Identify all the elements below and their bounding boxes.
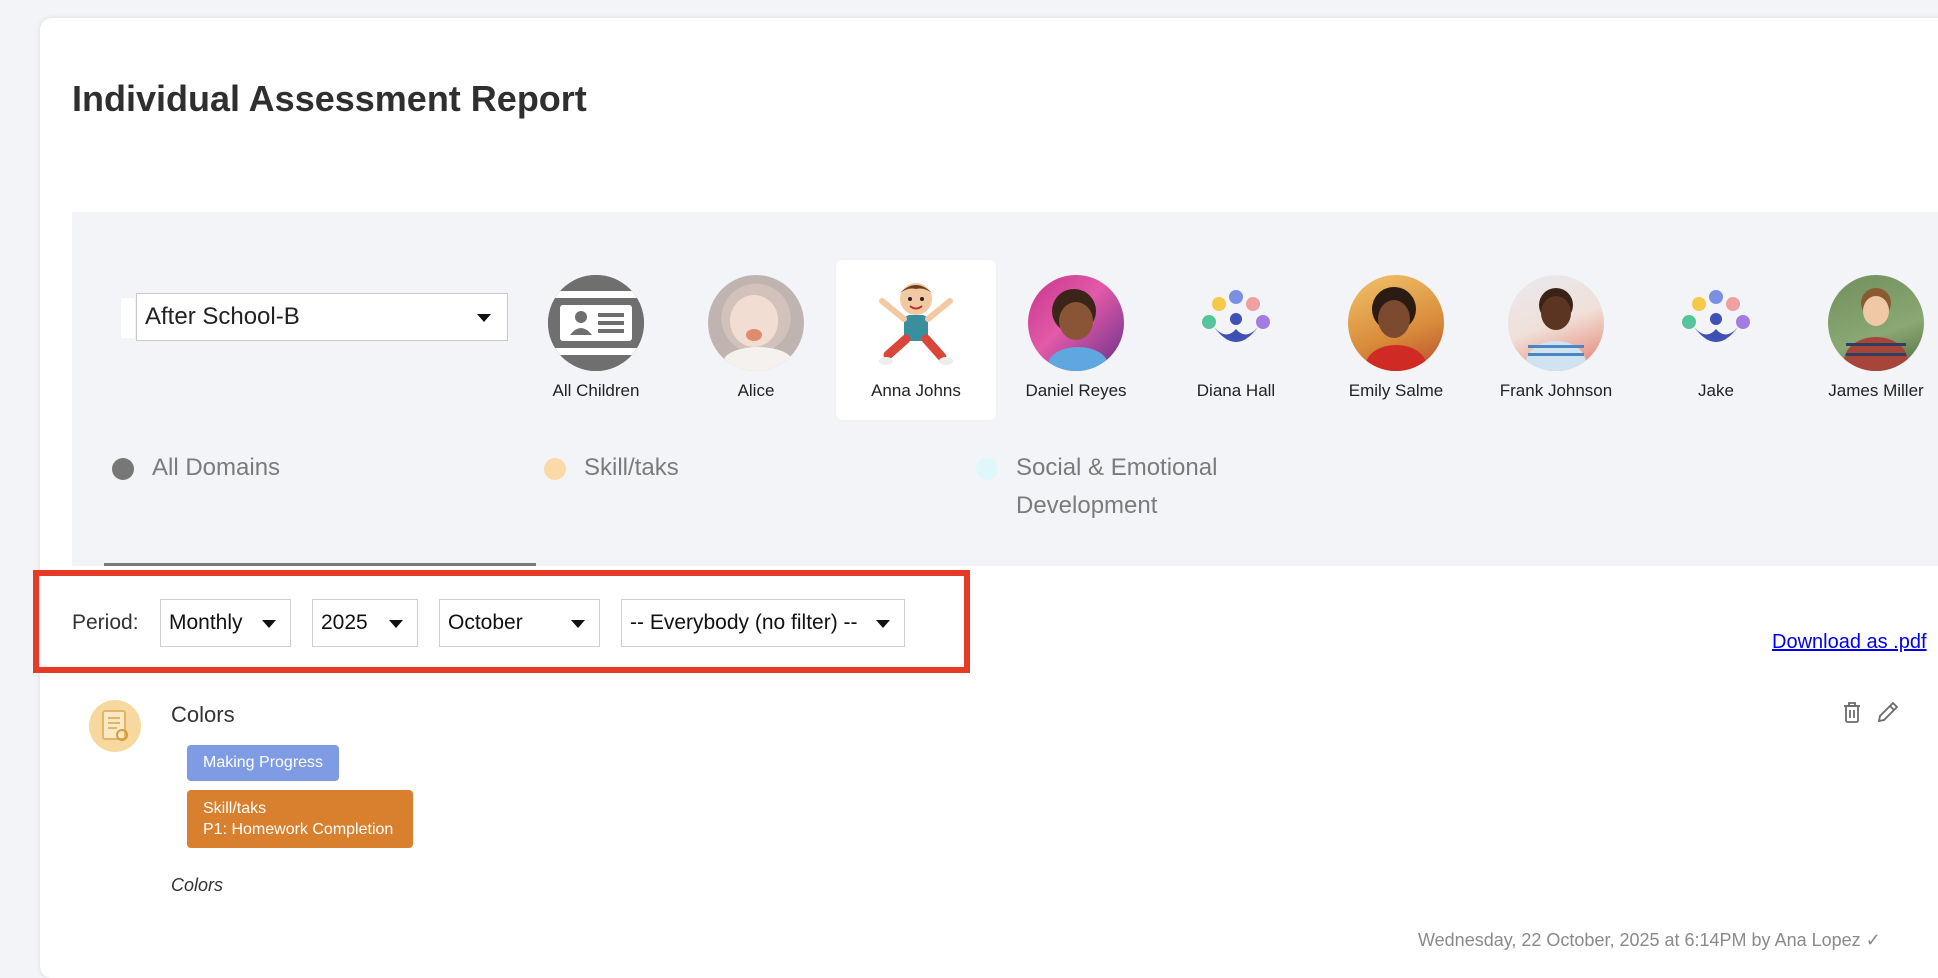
child-photo-avatar <box>1828 275 1924 371</box>
entry-note: Colors <box>171 875 224 895</box>
page-title: Individual Assessment Report <box>72 78 587 119</box>
active-tab-underline <box>104 563 536 566</box>
child-all-children[interactable]: All Children <box>516 260 676 420</box>
child-frank-johnson[interactable]: Frank Johnson <box>1476 260 1636 420</box>
domain-color-dot <box>544 458 566 480</box>
domain-color-dot <box>976 458 998 480</box>
people-logo-icon <box>1668 275 1764 371</box>
trash-icon[interactable] <box>1838 698 1866 726</box>
child-anna-johns[interactable]: Anna Johns <box>836 260 996 420</box>
child-emily-salme[interactable]: Emily Salme <box>1316 260 1476 420</box>
child-name: Daniel Reyes <box>1025 381 1127 400</box>
skill-badge-indicator: P1: Homework Completion <box>203 821 394 838</box>
child-photo-avatar <box>1348 275 1444 371</box>
checkmark-icon: ✓ <box>1865 930 1881 950</box>
child-photo-avatar <box>708 275 804 371</box>
group-select[interactable]: After School-B <box>121 293 508 341</box>
people-logo-icon <box>1188 275 1284 371</box>
skill-badge-domain: Skill/taks <box>203 800 267 817</box>
child-daniel-reyes[interactable]: Daniel Reyes <box>996 260 1156 420</box>
chevron-down-icon <box>262 620 276 628</box>
domain-label-line2: Development <box>1016 492 1158 519</box>
period-label: Period: <box>72 611 139 634</box>
child-photo-avatar <box>1508 275 1604 371</box>
chevron-down-icon <box>389 620 403 628</box>
skill-badge: Skill/taks P1: Homework Completion <box>187 790 413 848</box>
entry-title: Colors <box>171 702 235 727</box>
child-name: Alice <box>737 381 775 400</box>
tab-social-emotional-development[interactable]: Social & Emotional Development <box>976 454 1217 525</box>
progress-badge: Making Progress <box>187 745 340 781</box>
child-photo-avatar <box>1028 275 1124 371</box>
child-name: Anna Johns <box>871 381 961 400</box>
tab-all-domains[interactable]: All Domains <box>112 454 280 487</box>
child-name: James Miller <box>1828 381 1924 400</box>
group-select-value: After School-B <box>145 303 300 330</box>
domain-color-dot <box>112 458 134 480</box>
month-value: October <box>448 611 523 634</box>
people-filter-value: -- Everybody (no filter) -- <box>630 611 858 634</box>
frequency-select[interactable]: Monthly <box>160 599 291 647</box>
domain-label-line1: Social & Emotional <box>1016 454 1218 481</box>
child-alice[interactable]: Alice <box>676 260 836 420</box>
child-name: All Children <box>552 381 640 400</box>
people-filter-select[interactable]: -- Everybody (no filter) -- <box>621 599 905 647</box>
child-name: Jake <box>1698 381 1734 400</box>
cartoon-boy-avatar <box>868 275 964 371</box>
year-select[interactable]: 2025 <box>312 599 418 647</box>
pencil-icon[interactable] <box>1874 698 1902 726</box>
year-value: 2025 <box>321 611 368 634</box>
domain-label: Skill/taks <box>584 454 679 481</box>
tab-skill-taks[interactable]: Skill/taks <box>544 454 679 487</box>
child-jake[interactable]: Jake <box>1636 260 1796 420</box>
month-select[interactable]: October <box>439 599 600 647</box>
domain-label: All Domains <box>152 454 281 481</box>
download-pdf-link[interactable]: Download as .pdf <box>1772 631 1927 654</box>
frequency-value: Monthly <box>169 611 243 634</box>
chevron-down-icon <box>876 620 890 628</box>
child-diana-hall[interactable]: Diana Hall <box>1156 260 1316 420</box>
child-name: Diana Hall <box>1196 381 1276 400</box>
child-name: Emily Salme <box>1348 381 1444 400</box>
id-card-icon <box>548 275 644 371</box>
document-icon <box>89 700 141 752</box>
entry-timestamp: Wednesday, 22 October, 2025 at 6:14PM by… <box>1418 930 1861 950</box>
child-james-miller[interactable]: James Miller <box>1796 260 1938 420</box>
chevron-down-icon <box>571 620 585 628</box>
chevron-down-icon <box>477 314 491 322</box>
child-name: Frank Johnson <box>1499 381 1613 400</box>
